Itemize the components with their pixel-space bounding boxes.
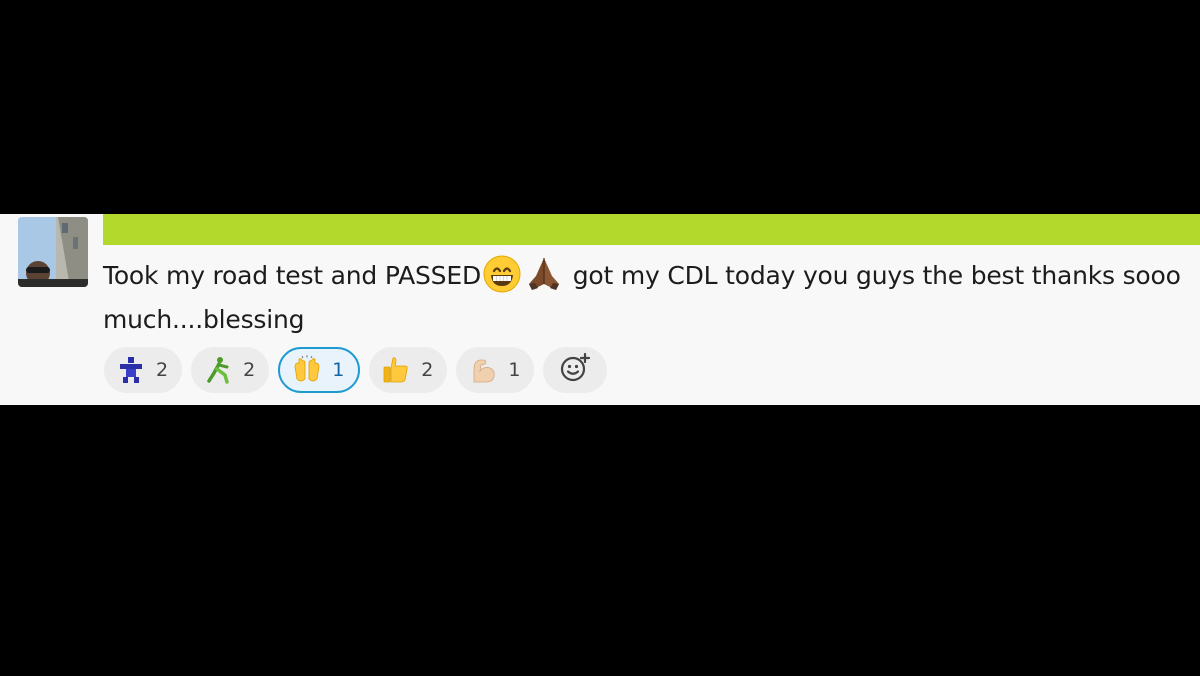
reaction-flexed-biceps[interactable]: 1 (456, 347, 535, 393)
message-text: Took my road test and PASSED got my CDL … (103, 254, 1183, 342)
reaction-count: 2 (156, 359, 169, 381)
reaction-thumbs-up[interactable]: 2 (369, 347, 448, 393)
message-item: Took my road test and PASSED got my CDL … (0, 214, 1200, 405)
letterbox-bottom (0, 405, 1200, 676)
highlight-bar (103, 214, 1200, 245)
message-text-part1: Took my road test and PASSED (103, 261, 481, 290)
reaction-count: 2 (243, 359, 256, 381)
avatar-photo (18, 217, 88, 287)
reactions-bar: 2 2 1 2 1 (104, 347, 608, 393)
reaction-count: 2 (421, 359, 434, 381)
custom-green-runner-icon (203, 355, 233, 385)
reaction-custom-blue-figure[interactable]: 2 (104, 347, 183, 393)
add-reaction-icon (559, 352, 591, 388)
avatar[interactable] (18, 217, 88, 287)
reaction-count: 1 (508, 359, 521, 381)
reaction-custom-green-runner[interactable]: 2 (191, 347, 270, 393)
grinning-face-icon (482, 254, 522, 294)
raising-hands-icon (292, 355, 322, 385)
reaction-count: 1 (332, 359, 345, 381)
letterbox-top (0, 0, 1200, 214)
folded-hands-icon (524, 254, 564, 294)
thumbs-up-icon (381, 355, 411, 385)
reaction-raising-hands[interactable]: 1 (278, 347, 361, 393)
custom-blue-figure-icon (116, 355, 146, 385)
add-reaction-button[interactable] (543, 347, 608, 393)
flexed-biceps-icon (468, 355, 498, 385)
